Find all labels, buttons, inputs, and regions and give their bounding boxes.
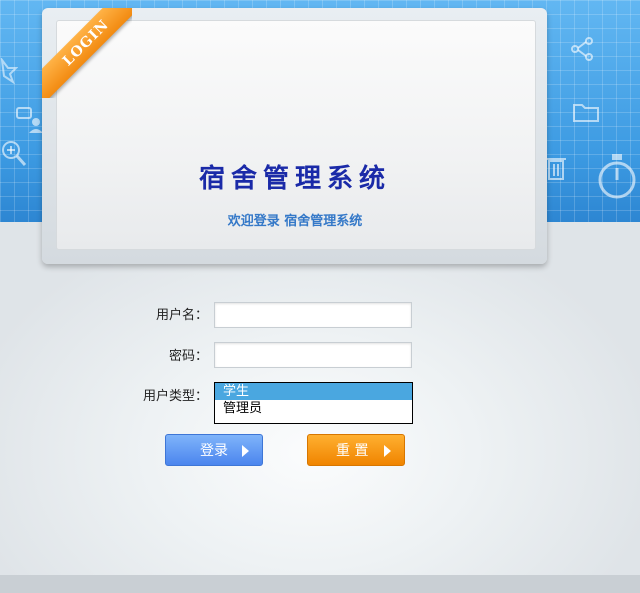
bottom-strip bbox=[0, 575, 640, 593]
login-ribbon: LOGIN bbox=[42, 8, 132, 98]
zoom-in-icon bbox=[2, 141, 27, 166]
share-icon bbox=[571, 37, 593, 61]
password-label: 密码： bbox=[168, 349, 208, 364]
chat-user-icon bbox=[16, 107, 43, 133]
chevron-right-icon bbox=[384, 445, 391, 457]
usertype-label: 用户类型： bbox=[142, 389, 208, 404]
star-icon bbox=[0, 58, 18, 84]
page-title: 宿舍管理系统 bbox=[198, 164, 391, 194]
trash-icon bbox=[546, 158, 566, 180]
usertype-listbox[interactable]: 学生 管理员 bbox=[214, 382, 413, 424]
username-label: 用户名： bbox=[155, 308, 208, 323]
page-subtitle: 欢迎登录 宿舍管理系统 bbox=[227, 214, 363, 229]
login-button-label: 登录 bbox=[200, 443, 228, 459]
reset-button-label: 重 置 bbox=[336, 443, 369, 459]
usertype-option-student[interactable]: 学生 bbox=[215, 383, 412, 400]
login-ribbon-label: LOGIN bbox=[42, 8, 132, 98]
stopwatch-icon bbox=[598, 154, 636, 199]
chevron-right-icon bbox=[242, 445, 249, 457]
password-input[interactable] bbox=[214, 342, 412, 368]
folder-icon bbox=[573, 104, 599, 122]
username-input[interactable] bbox=[214, 302, 412, 328]
usertype-option-admin[interactable]: 管理员 bbox=[215, 400, 412, 417]
login-button[interactable]: 登录 bbox=[165, 434, 263, 466]
reset-button[interactable]: 重 置 bbox=[307, 434, 405, 466]
